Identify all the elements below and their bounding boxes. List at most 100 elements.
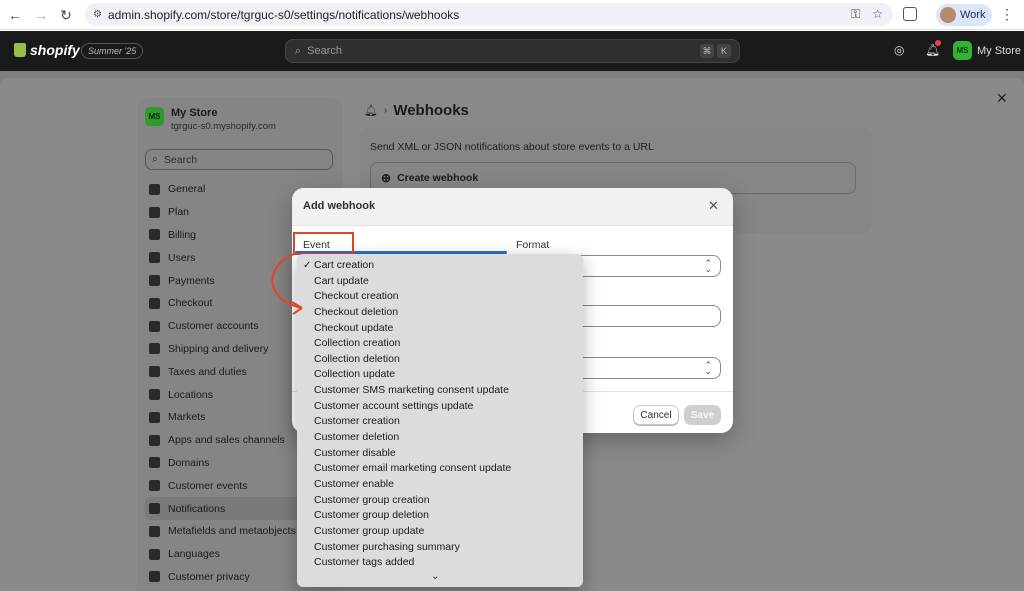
sidebar-item-label: Shipping and delivery [168,342,269,355]
event-option[interactable]: Collection update [297,367,583,383]
sidebar-item-label: Metafields and metaobjects [168,525,296,538]
event-option[interactable]: Cart creation [297,258,583,274]
payments-icon [149,275,160,287]
sidebar-item-label: Customer events [168,479,248,492]
sidekick-icon[interactable]: ◎ [894,43,908,57]
breadcrumb: 🔔︎ › Webhooks [364,102,469,119]
key-icon[interactable]: ⚿ [851,7,860,22]
plus-circle-icon: ⊕ [381,171,392,185]
store-menu[interactable]: MS My Store [953,41,1021,60]
page-title: Webhooks [393,102,469,119]
sidebar-item-label: Customer privacy [168,570,250,583]
truck-icon [149,343,160,355]
receipt-icon [149,366,160,378]
arrow-head [291,301,303,315]
sidebar-item-label: Billing [168,228,197,241]
sidebar-item-label: Domains [168,456,210,469]
logo-text: shopify [30,42,80,58]
select-arrows-icon: ⌃ ⌄ [704,360,712,376]
store-avatar: MS [953,41,972,60]
store-label: My Store [977,44,1022,57]
sidebar-item-label: Taxes and duties [168,365,247,378]
create-webhook-label: Create webhook [397,172,479,184]
close-settings-icon[interactable]: ✕ [996,90,1008,107]
location-pin-icon [149,389,160,401]
sidebar-item-label: Customer accounts [168,320,259,333]
sidebar-store-name: My Store [171,107,218,119]
chevron-right-icon: › [383,105,388,116]
event-option[interactable]: Customer deletion [297,430,583,446]
global-search[interactable]: ⌕ Search ⌘ K [285,39,740,63]
metafields-icon [149,525,160,537]
globe-icon [149,411,160,423]
event-option[interactable]: Checkout update [297,321,583,337]
event-option[interactable]: Checkout deletion [297,305,583,321]
event-option[interactable]: Customer group creation [297,493,583,509]
event-option[interactable]: Customer account settings update [297,399,583,415]
search-icon: ⌕ [295,44,302,57]
arrow-curve [271,253,303,309]
sidebar-item-label: Checkout [168,297,213,310]
event-option[interactable]: Customer email marketing consent update [297,461,583,477]
sidebar-item-label: Locations [168,388,213,401]
address-bar[interactable]: ⚙ admin.shopify.com/store/tgrguc-s0/sett… [85,3,893,26]
browser-toolbar: ← → ↻ ⚙ admin.shopify.com/store/tgrguc-s… [0,0,1024,30]
url-text: admin.shopify.com/store/tgrguc-s0/settin… [107,7,460,22]
cancel-button[interactable]: Cancel [633,405,679,425]
annotation-arrow [271,253,303,315]
person-icon [149,320,160,332]
bell-icon [149,503,160,515]
site-settings-icon[interactable]: ⚙ [93,9,102,20]
sidebar-item-label: Payments [168,274,215,287]
event-option[interactable]: Customer SMS marketing consent update [297,383,583,399]
format-label: Format [516,239,550,251]
bell-icon[interactable]: 🔔︎ [364,104,378,117]
event-option[interactable]: Customer disable [297,446,583,462]
forward-icon[interactable]: → [28,2,54,28]
close-icon[interactable]: ✕ [708,198,719,214]
sidebar-item-label: General [168,183,206,196]
browser-menu-icon[interactable]: ⋮ [1000,6,1014,23]
chevron-down-icon[interactable]: ⌄ [431,571,439,582]
sidebar-search-input[interactable]: ⌕ Search [145,149,333,170]
event-option[interactable]: Cart update [297,274,583,290]
event-options-list: Cart creationCart updateCheckout creatio… [297,254,583,571]
star-icon[interactable]: ☆ [872,7,883,22]
sidebar-store-url: tgrguc-s0.myshopify.com [171,121,276,132]
extensions-icon[interactable] [903,7,917,21]
lock-icon [149,571,160,583]
store-icon [149,183,160,195]
shopify-logo[interactable]: shopify [14,42,80,58]
shopify-bag-icon [14,43,26,57]
edition-badge[interactable]: Summer '25 [81,43,144,59]
apps-grid-icon [149,434,160,446]
profile-button[interactable]: Work [936,4,992,26]
language-icon [149,548,160,560]
event-option[interactable]: Collection creation [297,336,583,352]
sidebar-item-label: Users [168,251,196,264]
select-arrows-icon: ⌃ ⌄ [704,258,712,274]
event-option[interactable]: Customer tags added [297,555,583,571]
event-dropdown[interactable]: Cart creationCart updateCheckout creatio… [297,254,583,587]
billing-icon [149,229,160,241]
reload-icon[interactable]: ↻ [53,2,79,28]
profile-label: Work [960,9,986,21]
event-option[interactable]: Customer purchasing summary [297,540,583,556]
event-option[interactable]: Customer group deletion [297,508,583,524]
event-option[interactable]: Customer enable [297,477,583,493]
sidebar-item-label: Markets [168,411,206,424]
event-option[interactable]: Checkout creation [297,289,583,305]
sidebar-store-avatar: MS [145,107,164,126]
search-placeholder: Search [307,45,343,57]
save-button[interactable]: Save [684,405,721,425]
sidebar-item-label: Languages [168,548,220,561]
sidebar-item-label: Plan [168,206,190,219]
event-option[interactable]: Customer creation [297,414,583,430]
notification-badge [935,40,941,46]
back-icon[interactable]: ← [2,2,28,28]
sidebar-store-header: MS My Store tgrguc-s0.myshopify.com [145,107,276,132]
sidebar-item-label: Notifications [168,502,226,515]
modal-title: Add webhook [303,200,376,212]
event-option[interactable]: Collection deletion [297,352,583,368]
event-option[interactable]: Customer group update [297,524,583,540]
